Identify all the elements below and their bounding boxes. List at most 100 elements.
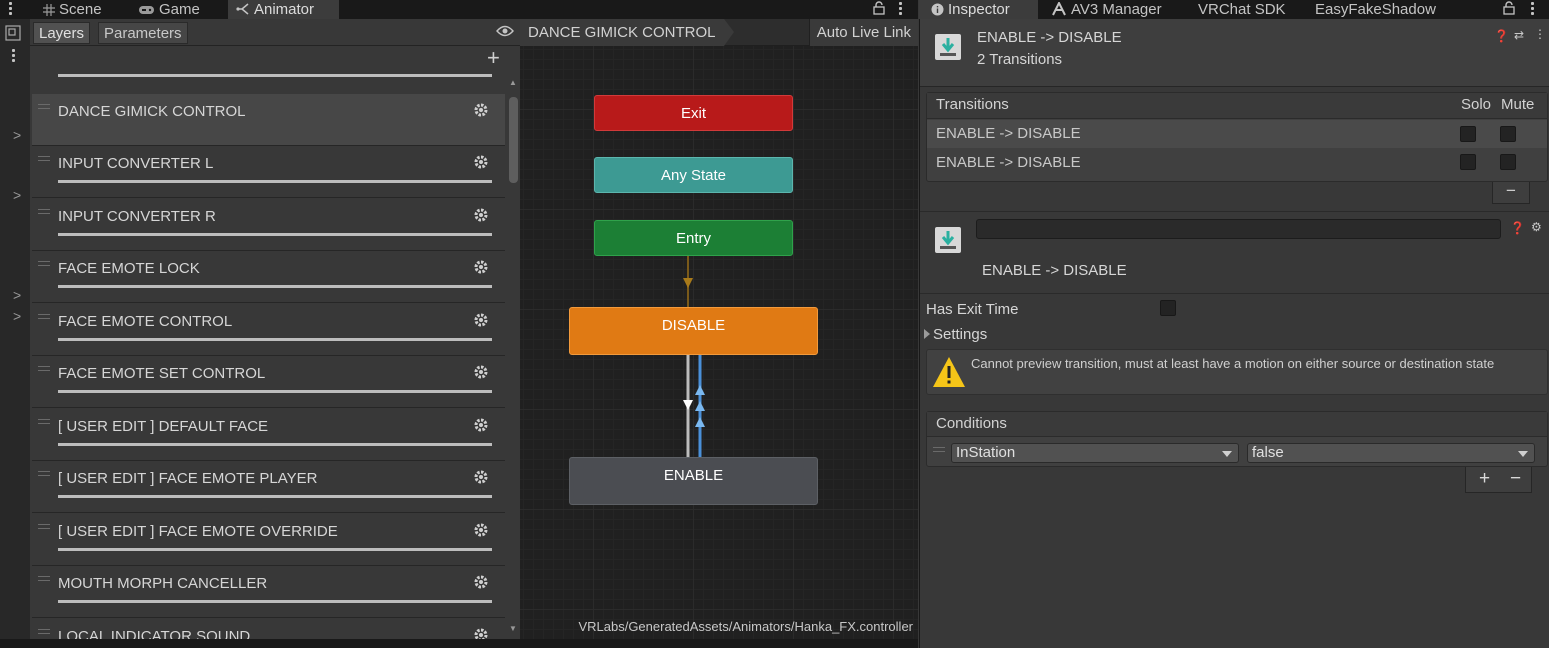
tab-layers[interactable]: Layers <box>33 22 91 44</box>
condition-value-dropdown[interactable]: false <box>1247 443 1535 463</box>
lock-icon[interactable] <box>873 1 885 15</box>
conditions-header-label: Conditions <box>936 415 1007 432</box>
tab-scene[interactable]: Scene <box>40 0 116 19</box>
inspector-title: ENABLE -> DISABLE <box>977 29 1122 46</box>
gear-icon[interactable] <box>473 522 489 538</box>
tab-easyfakeshadow[interactable]: EasyFakeShadow <box>1315 0 1455 19</box>
drag-handle-icon[interactable] <box>38 156 50 164</box>
drag-handle-icon[interactable] <box>38 471 50 479</box>
drag-handle-icon[interactable] <box>38 104 50 112</box>
has-exit-time-checkbox[interactable] <box>1160 300 1176 316</box>
solo-checkbox[interactable] <box>1460 126 1476 142</box>
gear-icon[interactable] <box>473 574 489 590</box>
preset-icon[interactable]: ⇄ <box>1514 28 1524 42</box>
tab-inspector-label: Inspector <box>948 1 1010 18</box>
inspector-lock-icon[interactable] <box>1503 1 1515 15</box>
tab-parameters[interactable]: Parameters <box>98 22 188 44</box>
transition-label: ENABLE -> DISABLE <box>982 262 1127 279</box>
any-state-node[interactable]: Any State <box>594 157 793 193</box>
tab-vrchat-sdk[interactable]: VRChat SDK <box>1198 0 1298 19</box>
layer-row[interactable]: FACE EMOTE LOCK <box>32 251 505 303</box>
drag-handle-icon[interactable] <box>38 629 50 637</box>
drag-handle-icon[interactable] <box>38 524 50 532</box>
gear-icon[interactable]: ⚙ <box>1531 220 1542 234</box>
gear-icon[interactable] <box>473 102 489 118</box>
solo-checkbox[interactable] <box>1460 154 1476 170</box>
gear-icon[interactable] <box>473 312 489 328</box>
layer-row[interactable]: INPUT CONVERTER R <box>32 199 505 251</box>
gear-icon[interactable] <box>473 627 489 639</box>
chevron-right-icon[interactable]: > <box>13 127 21 143</box>
left-panel-menu-icon[interactable] <box>899 2 903 16</box>
gear-icon[interactable] <box>473 259 489 275</box>
gear-icon[interactable] <box>473 364 489 380</box>
chevron-right-icon[interactable]: > <box>13 187 21 203</box>
chevron-right-icon[interactable]: > <box>13 287 21 303</box>
gear-icon[interactable] <box>473 417 489 433</box>
entry-node[interactable]: Entry <box>594 220 793 256</box>
drag-handle-icon[interactable] <box>38 419 50 427</box>
av3-icon <box>1052 0 1066 16</box>
gear-icon[interactable] <box>473 469 489 485</box>
tab-inspector[interactable]: Inspector <box>919 0 1038 19</box>
transition-row[interactable]: ENABLE -> DISABLE <box>927 149 1547 177</box>
drag-handle-icon[interactable] <box>38 366 50 374</box>
layer-name: INPUT CONVERTER R <box>58 208 216 225</box>
drag-handle-icon[interactable] <box>38 261 50 269</box>
condition-parameter-value: InStation <box>956 444 1016 461</box>
pin-panel-icon[interactable] <box>5 25 21 41</box>
add-condition-button[interactable]: + <box>1479 467 1490 491</box>
layer-name: [ USER EDIT ] FACE EMOTE PLAYER <box>58 470 318 487</box>
transition-name-field[interactable] <box>976 219 1501 239</box>
scroll-up-icon[interactable]: ▲ <box>509 78 517 87</box>
layer-weight-bar <box>58 548 492 551</box>
disable-state-node[interactable]: DISABLE <box>569 307 818 355</box>
chevron-right-icon[interactable]: > <box>13 308 21 324</box>
mute-checkbox[interactable] <box>1500 154 1516 170</box>
settings-foldout[interactable]: Settings <box>924 326 987 343</box>
remove-transition-button[interactable]: − <box>1492 182 1530 204</box>
gear-icon[interactable] <box>473 207 489 223</box>
gear-icon[interactable] <box>473 154 489 170</box>
enable-state-node[interactable]: ENABLE <box>569 457 818 505</box>
grid-icon <box>43 4 55 16</box>
transitions-header-label: Transitions <box>936 96 1009 113</box>
layer-row[interactable]: INPUT CONVERTER L <box>32 146 505 198</box>
drag-handle-icon[interactable] <box>933 447 945 452</box>
more-icon[interactable]: ⋮ <box>1534 27 1546 41</box>
layer-name: FACE EMOTE CONTROL <box>58 313 233 330</box>
eye-icon[interactable] <box>496 25 514 37</box>
add-layer-button[interactable]: + <box>487 47 500 69</box>
condition-parameter-dropdown[interactable]: InStation <box>951 443 1239 463</box>
remove-condition-button[interactable]: − <box>1510 467 1521 491</box>
drag-handle-icon[interactable] <box>38 209 50 217</box>
help-icon[interactable]: ❓ <box>1510 221 1525 235</box>
drag-handle-icon[interactable] <box>38 314 50 322</box>
exit-node[interactable]: Exit <box>594 95 793 131</box>
layer-row[interactable]: LOCAL INDICATOR SOUND <box>32 619 505 639</box>
layer-row[interactable]: MOUTH MORPH CANCELLER <box>32 566 505 618</box>
strip-menu-dots-icon[interactable] <box>12 49 16 63</box>
layer-row[interactable]: FACE EMOTE SET CONTROL <box>32 356 505 408</box>
layer-row[interactable]: DANCE GIMICK CONTROL <box>32 94 505 146</box>
mute-checkbox[interactable] <box>1500 126 1516 142</box>
tab-game[interactable]: Game <box>134 0 214 19</box>
divider <box>920 293 1549 294</box>
tab-animator[interactable]: Animator <box>228 0 339 19</box>
layer-name: MOUTH MORPH CANCELLER <box>58 575 268 592</box>
layer-row[interactable]: [ USER EDIT ] FACE EMOTE OVERRIDE <box>32 514 505 566</box>
help-icon[interactable]: ❓ <box>1494 29 1509 43</box>
conditions-header: Conditions <box>927 412 1547 437</box>
layer-row[interactable]: FACE EMOTE CONTROL <box>32 304 505 356</box>
inspector-menu-icon[interactable] <box>1531 2 1535 16</box>
layer-row[interactable]: [ USER EDIT ] DEFAULT FACE <box>32 409 505 461</box>
state-machine-graph[interactable]: DANCE GIMICK CONTROL Auto Live Link Exit… <box>520 19 918 639</box>
layer-list-scrollbar[interactable]: ▲ ▼ <box>508 75 520 639</box>
scrollbar-thumb[interactable] <box>509 97 518 183</box>
transition-row[interactable]: ENABLE -> DISABLE <box>927 120 1547 148</box>
drag-handle-icon[interactable] <box>38 576 50 584</box>
scroll-down-icon[interactable]: ▼ <box>509 624 517 633</box>
left-menu-dots-icon[interactable] <box>9 2 13 16</box>
tab-av3-manager[interactable]: AV3 Manager <box>1051 0 1183 19</box>
layer-row[interactable]: [ USER EDIT ] FACE EMOTE PLAYER <box>32 461 505 513</box>
